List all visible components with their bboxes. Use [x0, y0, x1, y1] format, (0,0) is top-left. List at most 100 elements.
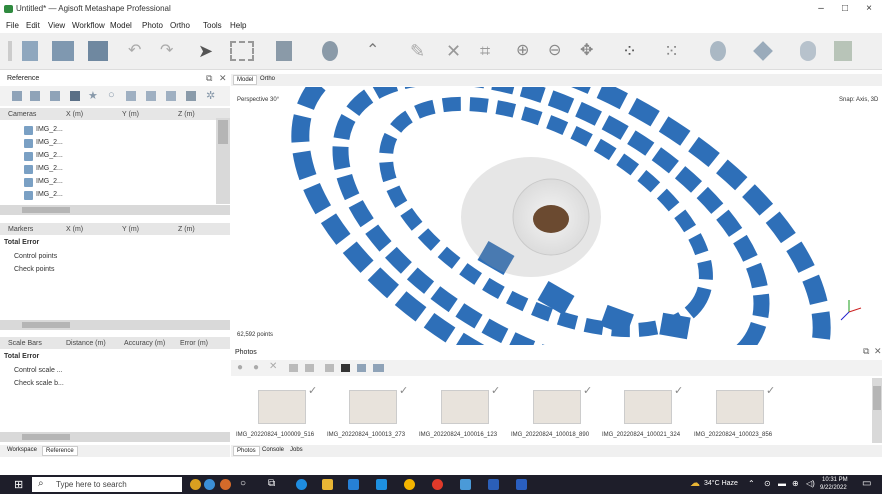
new-document-icon[interactable]	[22, 41, 38, 61]
photo-thumbnail-3[interactable]: ✓ IMG_20220824_100016_123	[419, 384, 511, 440]
delete-icon[interactable]: ✕	[446, 41, 462, 61]
rotate-right-icon[interactable]	[305, 364, 314, 372]
rectangle-selection-icon[interactable]	[230, 41, 254, 61]
thumbnail-view-icon[interactable]	[357, 364, 366, 372]
photos-app-icon[interactable]	[488, 479, 499, 490]
tab-console[interactable]: Console	[259, 446, 287, 454]
zoom-out-icon[interactable]: ⊖	[548, 41, 564, 61]
rotate-left-icon[interactable]	[289, 364, 298, 372]
mesh-icon[interactable]	[710, 41, 726, 61]
crop-icon[interactable]: ⌗	[480, 41, 496, 61]
photos-vertical-scrollbar[interactable]	[872, 378, 882, 443]
menu-edit[interactable]: Edit	[26, 21, 40, 30]
photo-thumbnail-4[interactable]: ✓ IMG_20220824_100018_890	[511, 384, 603, 440]
photo-thumbnail-2[interactable]: ✓ IMG_20220824_100013_273	[327, 384, 419, 440]
language-icon[interactable]: ⊕	[792, 479, 799, 488]
tiled-model-icon[interactable]	[753, 41, 773, 61]
volume-icon[interactable]: ◁)	[806, 479, 815, 488]
clock-time[interactable]: 10:31 PM	[822, 477, 848, 483]
move-region-icon[interactable]: ✥	[580, 41, 600, 61]
zoom-in-icon[interactable]: ⊕	[516, 41, 532, 61]
undo-icon[interactable]: ↶	[128, 43, 146, 59]
menu-ortho[interactable]: Ortho	[170, 21, 190, 30]
widgets-icon[interactable]	[190, 479, 201, 490]
column-y[interactable]: Y (m)	[122, 111, 139, 118]
orthomosaic-icon[interactable]	[834, 41, 852, 61]
column-distance[interactable]: Distance (m)	[66, 340, 106, 347]
star-icon[interactable]: ★	[88, 89, 98, 102]
close-button[interactable]: ×	[856, 2, 882, 16]
disable-icon[interactable]: ●	[253, 362, 259, 373]
markers-horizontal-scrollbar[interactable]	[0, 320, 230, 330]
column-accuracy[interactable]: Accuracy (m)	[124, 340, 165, 347]
app-icon[interactable]	[220, 479, 231, 490]
panel-close-icon[interactable]: ✕	[874, 346, 882, 357]
menu-model[interactable]: Model	[110, 21, 132, 30]
fullscreen-icon[interactable]	[341, 364, 350, 372]
remove-icon[interactable]: ✕	[269, 361, 277, 372]
column-z[interactable]: Z (m)	[178, 111, 195, 118]
convert-icon[interactable]	[50, 91, 60, 101]
circle-icon[interactable]: ○	[108, 89, 115, 101]
network-icon[interactable]: ⊙	[764, 479, 771, 488]
menu-tools[interactable]: Tools	[203, 21, 222, 30]
clock-date[interactable]: 9/22/2022	[820, 485, 847, 491]
scalebars-horizontal-scrollbar[interactable]	[0, 432, 230, 442]
pencil-icon[interactable]: ✎	[410, 41, 426, 61]
open-folder-icon[interactable]	[52, 41, 74, 61]
optimize-icon[interactable]	[70, 91, 80, 101]
column-markers[interactable]: Markers	[8, 226, 33, 233]
tab-ortho[interactable]: Ortho	[257, 75, 278, 83]
photo-thumbnail-6[interactable]: ✓ IMG_20220824_100023_856	[694, 384, 786, 440]
word-icon[interactable]	[516, 479, 527, 490]
view-source-icon[interactable]	[126, 91, 136, 101]
dem-icon[interactable]	[800, 41, 816, 61]
cameras-horizontal-scrollbar[interactable]	[0, 205, 230, 215]
windows-start-icon[interactable]: ⊞	[14, 478, 23, 491]
export-icon[interactable]	[30, 91, 40, 101]
column-error[interactable]: Error (m)	[180, 340, 208, 347]
tab-workspace[interactable]: Workspace	[4, 446, 40, 454]
minimize-button[interactable]: –	[808, 2, 834, 16]
mail-icon[interactable]	[376, 479, 387, 490]
menu-help[interactable]: Help	[230, 21, 246, 30]
redo-icon[interactable]: ↷	[160, 43, 178, 59]
view-options-icon[interactable]	[373, 364, 384, 372]
weather-text[interactable]: 34°C Haze	[704, 480, 738, 487]
save-icon[interactable]	[88, 41, 108, 61]
scalebars-total-error[interactable]: Total Error	[4, 353, 39, 360]
point-cloud-scene[interactable]	[231, 87, 882, 345]
point-cloud-icon[interactable]: ⁘	[622, 41, 642, 61]
menu-file[interactable]: File	[6, 21, 19, 30]
cameras-vertical-scrollbar[interactable]	[216, 118, 230, 204]
photo-thumbnail-1[interactable]: ✓ IMG_20220824_100009_516	[236, 384, 328, 440]
model-tool-icon[interactable]	[276, 41, 292, 61]
file-explorer-icon[interactable]	[322, 479, 333, 490]
model-viewport[interactable]: Perspective 30° Snap: Axis, 3D 62,592 po…	[231, 87, 882, 345]
ruler-icon[interactable]	[186, 91, 196, 101]
enable-icon[interactable]: ●	[237, 362, 243, 373]
view-errors-icon[interactable]	[166, 91, 176, 101]
tab-model[interactable]: Model	[233, 75, 258, 85]
tab-photos[interactable]: Photos	[233, 446, 260, 456]
dense-cloud-icon[interactable]: ⁙	[664, 41, 684, 61]
tab-reference[interactable]: Reference	[42, 446, 78, 456]
weather-widget-icon[interactable]	[204, 479, 215, 490]
edge-browser-icon[interactable]	[296, 479, 307, 490]
taskbar-search-box[interactable]: ⌕ Type here to search	[32, 477, 182, 492]
tab-jobs[interactable]: Jobs	[287, 446, 306, 454]
shape-tool-icon[interactable]	[322, 41, 338, 61]
maximize-button[interactable]: □	[832, 2, 858, 16]
column-x[interactable]: X (m)	[66, 111, 83, 118]
chrome-icon[interactable]	[404, 479, 415, 490]
notification-icon[interactable]: ▭	[862, 478, 871, 489]
column-y[interactable]: Y (m)	[122, 226, 139, 233]
markers-total-error[interactable]: Total Error	[4, 239, 39, 246]
metashape-taskbar-icon[interactable]	[460, 479, 471, 490]
settings-icon[interactable]: ✲	[206, 89, 215, 102]
column-cameras[interactable]: Cameras	[8, 111, 36, 118]
markers-control-points[interactable]: Control points	[14, 253, 57, 260]
undock-icon[interactable]: ⧉	[863, 346, 869, 357]
undock-icon[interactable]: ⧉	[206, 73, 212, 84]
column-scale-bars[interactable]: Scale Bars	[8, 340, 42, 347]
